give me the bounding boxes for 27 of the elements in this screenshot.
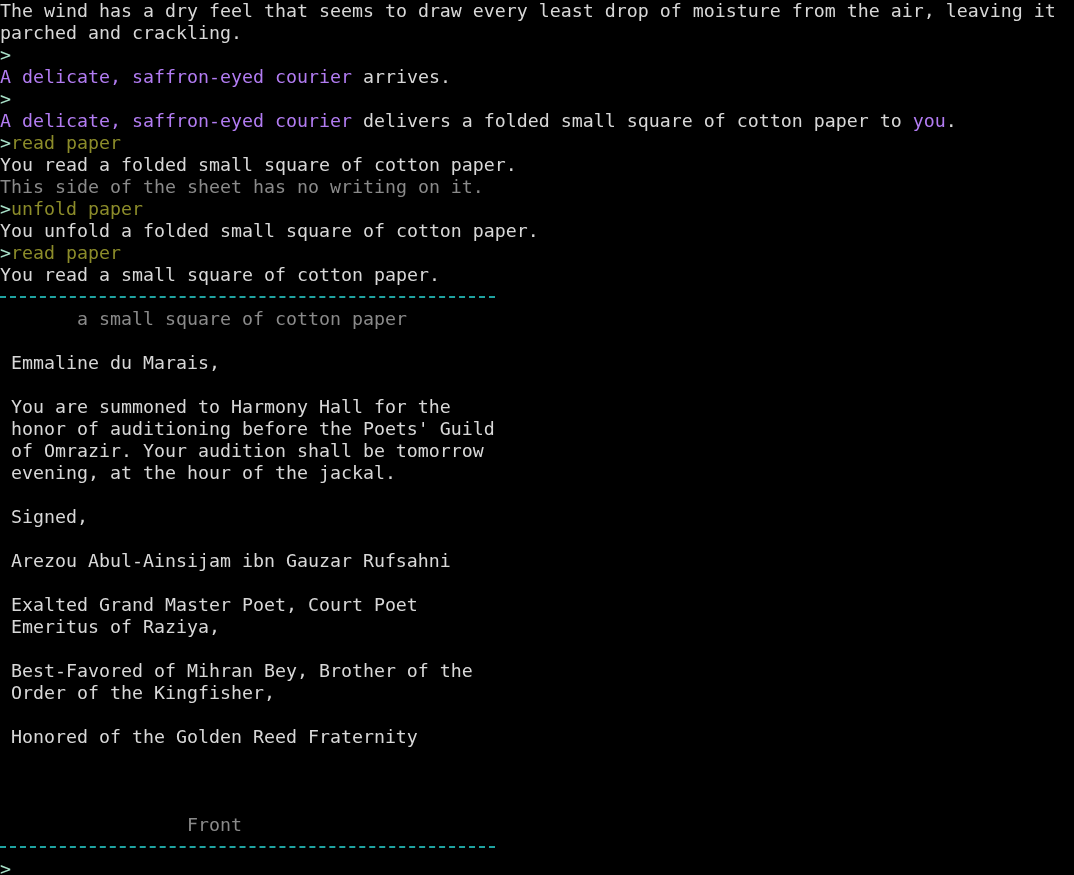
letter-line: Best-Favored of Mihran Bey, Brother of the [11, 660, 473, 682]
letter-line: honor of auditioning before the Poets' Guild [11, 418, 495, 440]
command-line: >unfold paper [0, 198, 143, 220]
log-line: You read a folded small square of cotton paper. [0, 154, 517, 176]
letter-line: Signed, [11, 506, 88, 528]
letter-line: Emeritus of Raziya, [11, 616, 220, 638]
log-line: This side of the sheet has no writing on it. [0, 176, 484, 198]
command-line: >read paper [0, 242, 121, 264]
page-side-label: Front [186, 814, 242, 836]
log-line: A delicate, saffron-eyed courier arrives. [0, 66, 451, 88]
letter-line: Arezou Abul-Ainsijam ibn Gauzar Rufsahni [11, 550, 451, 572]
log-line: A delicate, saffron-eyed courier delivers a folded small square of cotton paper to you. [0, 110, 957, 132]
letter-line: Exalted Grand Master Poet, Court Poet [11, 594, 418, 616]
paper-title: a small square of cotton paper [76, 308, 407, 330]
letter-line: Emmaline du Marais, [11, 352, 220, 374]
command-line: >read paper [0, 132, 121, 154]
letter-line: evening, at the hour of the jackal. [11, 462, 396, 484]
log-line: The wind has a dry feel that seems to draw every least drop of moisture from the air, leaving it parched and crackling. [0, 0, 1057, 44]
prompt-symbol: > [0, 44, 11, 66]
prompt-symbol: > [0, 88, 11, 110]
log-line: You unfold a folded small square of cotton paper. [0, 220, 539, 242]
letter-line: Order of the Kingfisher, [11, 682, 275, 704]
log-line: You read a small square of cotton paper. [0, 264, 440, 286]
letter-line: Honored of the Golden Reed Fraternity [11, 726, 418, 748]
letter-line: of Omrazir. Your audition shall be tomorrow [11, 440, 484, 462]
letter-line: You are summoned to Harmony Hall for the [11, 396, 451, 418]
prompt-symbol: > [0, 858, 11, 875]
